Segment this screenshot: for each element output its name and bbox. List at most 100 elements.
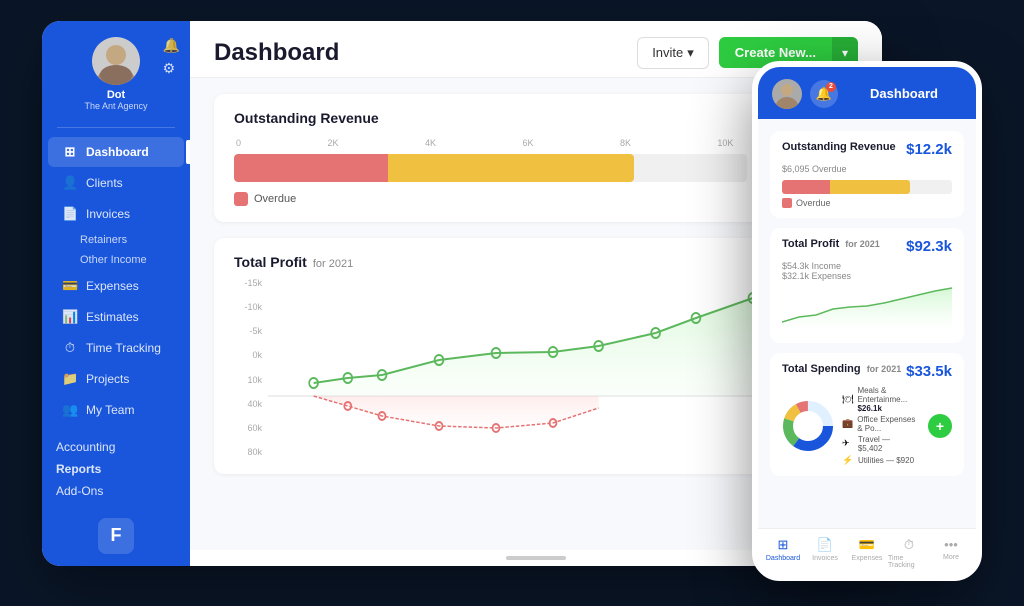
spending-meals-label: Meals & Entertainme... $26.1k: [857, 386, 916, 413]
sidebar-item-expenses-label: Expenses: [86, 279, 139, 293]
mobile-profit-section: Total Profit for 2021 $92.3k $54.3k Inco…: [770, 228, 964, 343]
sidebar-item-dashboard[interactable]: ⊞ Dashboard: [48, 137, 184, 167]
mobile-profit-amount: $92.3k: [906, 238, 952, 255]
y-label-40k: 40k: [234, 399, 262, 409]
mobile-spending-header: Total Spending for 2021 $33.5k: [782, 363, 952, 380]
bell-icon[interactable]: 🔔: [163, 37, 180, 54]
y-label-80k: 80k: [234, 447, 262, 457]
sidebar-item-my-team[interactable]: 👥 My Team: [48, 395, 184, 425]
mobile-bottom-nav: ⊞ Dashboard 📄 Invoices 💳 Expenses ⏱ Time…: [758, 528, 976, 575]
mobile-nav-invoices-label: Invoices: [812, 555, 838, 562]
invoices-icon: 📄: [62, 206, 78, 222]
spending-item-meals: 🍽 Meals & Entertainme... $26.1k: [842, 386, 916, 413]
revenue-legend: Overdue: [234, 192, 838, 206]
y-label-neg10k: -10k: [234, 302, 262, 312]
user-name: Dot: [107, 89, 125, 101]
mobile-avatar: [772, 79, 802, 109]
overdue-legend-dot: [234, 192, 248, 206]
travel-icon: ✈: [842, 438, 854, 449]
sidebar-item-estimates[interactable]: 📊 Estimates: [48, 302, 184, 332]
sidebar-item-time-tracking[interactable]: ⏱ Time Tracking: [48, 333, 184, 363]
sidebar-item-projects-label: Projects: [86, 372, 129, 386]
projects-icon: 📁: [62, 371, 78, 387]
gear-icon[interactable]: ⚙: [163, 60, 180, 77]
spending-utilities-label: Utilities — $920: [858, 456, 914, 465]
axis-label-6k: 6K: [522, 138, 533, 148]
y-label-neg15k: -15k: [234, 278, 262, 288]
mobile-nav-time-tracking[interactable]: ⏱ Time Tracking: [888, 537, 930, 569]
mobile-nav-invoices[interactable]: 📄 Invoices: [804, 537, 846, 569]
meals-icon: 🍽: [842, 394, 853, 405]
mobile-bell-icon[interactable]: 🔔 2: [810, 80, 838, 108]
mobile-nav-time-label: Time Tracking: [888, 555, 930, 569]
sidebar-item-estimates-label: Estimates: [86, 310, 139, 324]
sidebar-bottom-links: Accounting Reports Add-Ons: [42, 428, 190, 510]
estimates-icon: 📊: [62, 309, 78, 325]
mobile-body: Outstanding Revenue $12.2k $6,095 Overdu…: [758, 119, 976, 528]
mobile-profit-title: Total Profit for 2021: [782, 238, 880, 250]
revenue-chart-title: Outstanding Revenue: [234, 110, 838, 126]
y-label-10k: 10k: [234, 375, 262, 385]
y-label-neg5k: -5k: [234, 326, 262, 336]
mobile-page-title: Dashboard: [846, 86, 962, 101]
user-company: The Ant Agency: [84, 101, 147, 111]
invite-chevron: ▾: [687, 45, 694, 61]
mobile-profit-sub2: $32.1k Expenses: [782, 271, 952, 281]
sidebar-item-projects[interactable]: 📁 Projects: [48, 364, 184, 394]
scrollbar-pill: [506, 556, 566, 560]
axis-label-0: 0: [236, 138, 241, 148]
spending-item-office: 💼 Office Expenses & Po...: [842, 415, 916, 433]
mobile-revenue-section: Outstanding Revenue $12.2k $6,095 Overdu…: [770, 131, 964, 218]
sidebar-item-invoices-label: Invoices: [86, 207, 130, 221]
sidebar-item-other-income[interactable]: Other Income: [42, 250, 190, 270]
expenses-icon: 💳: [62, 278, 78, 294]
sidebar-link-reports[interactable]: Reports: [56, 458, 176, 480]
spending-item-utilities: ⚡ Utilities — $920: [842, 455, 916, 466]
sidebar-item-dashboard-label: Dashboard: [86, 145, 149, 159]
time-tracking-icon: ⏱: [62, 340, 78, 356]
y-label-0k: 0k: [234, 350, 262, 360]
utilities-icon: ⚡: [842, 455, 854, 466]
page-title: Dashboard: [214, 39, 339, 67]
mobile-profit-svg: [782, 287, 952, 327]
mobile-card: 🔔 2 Dashboard Outstanding Revenue $12.2k…: [752, 61, 982, 581]
profit-y-axis: 80k 60k 40k 10k 0k -5k -10k -15k: [234, 278, 262, 458]
mobile-nav-invoices-icon: 📄: [817, 537, 833, 553]
mobile-nav-more-label: More: [943, 554, 959, 561]
mobile-profit-header: Total Profit for 2021 $92.3k: [782, 238, 952, 255]
profit-chart-container: 80k 60k 40k 10k 0k -5k -10k -15k: [234, 278, 838, 458]
mobile-fab-button[interactable]: +: [928, 414, 952, 438]
office-icon: 💼: [842, 418, 853, 429]
axis-label-10k: 10K: [717, 138, 733, 148]
spending-legend: 🍽 Meals & Entertainme... $26.1k 💼 Office…: [842, 386, 916, 466]
sidebar-item-clients-label: Clients: [86, 176, 123, 190]
mobile-spending-amount: $33.5k: [906, 363, 952, 380]
mobile-green-area: [782, 288, 952, 327]
revenue-bar-track: [234, 154, 747, 182]
sidebar-link-addons[interactable]: Add-Ons: [56, 480, 176, 502]
donut-svg: [782, 400, 834, 452]
mobile-nav-dashboard[interactable]: ⊞ Dashboard: [762, 537, 804, 569]
sidebar-item-retainers[interactable]: Retainers: [42, 230, 190, 250]
mobile-nav-expenses[interactable]: 💳 Expenses: [846, 537, 888, 569]
sidebar-item-clients[interactable]: 👤 Clients: [48, 168, 184, 198]
axis-label-2k: 2K: [327, 138, 338, 148]
sidebar-item-invoices[interactable]: 📄 Invoices: [48, 199, 184, 229]
invite-label: Invite: [652, 45, 683, 60]
mobile-revenue-header: Outstanding Revenue $12.2k: [782, 141, 952, 158]
sidebar-link-accounting[interactable]: Accounting: [56, 436, 176, 458]
invite-button[interactable]: Invite ▾: [637, 37, 709, 69]
avatar: [92, 37, 140, 85]
mobile-bar-overdue: [782, 180, 830, 194]
profit-chart-subtitle: for 2021: [313, 258, 353, 270]
clients-icon: 👤: [62, 175, 78, 191]
sidebar-divider: [57, 127, 175, 128]
sidebar-top-icons: 🔔 ⚙: [163, 37, 180, 77]
mobile-nav-more[interactable]: ••• More: [930, 537, 972, 569]
mobile-spending-section: Total Spending for 2021 $33.5k: [770, 353, 964, 476]
bar-overdue: [234, 154, 388, 182]
axis-label-4k: 4K: [425, 138, 436, 148]
sidebar-item-expenses[interactable]: 💳 Expenses: [48, 271, 184, 301]
y-label-60k: 60k: [234, 423, 262, 433]
mobile-revenue-title: Outstanding Revenue: [782, 141, 896, 153]
